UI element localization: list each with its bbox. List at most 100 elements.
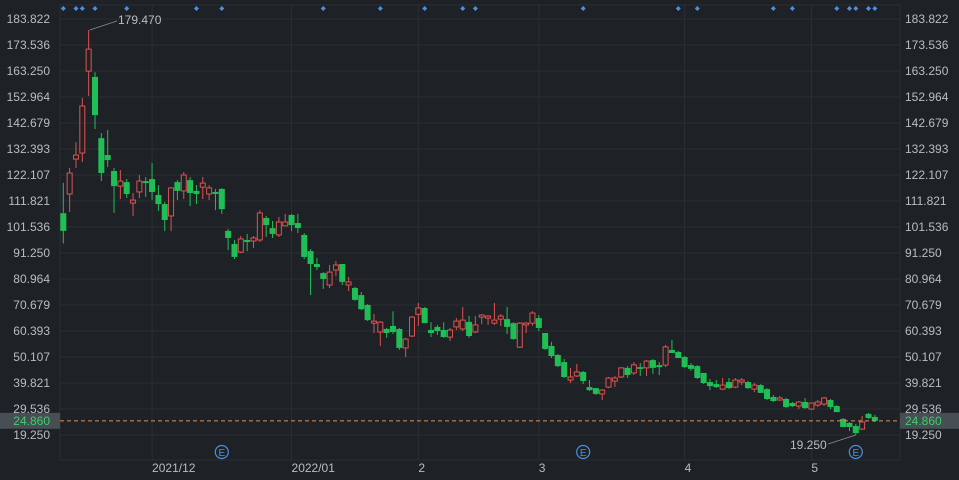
y-tick-label-left: 173.536 xyxy=(7,38,51,52)
y-tick-label-left: 142.679 xyxy=(7,116,51,130)
candle-down xyxy=(700,372,707,385)
y-tick-label-left: 111.821 xyxy=(8,194,50,208)
y-tick-label-right: 111.821 xyxy=(905,194,947,208)
candle-body xyxy=(339,263,346,282)
candle-body xyxy=(149,179,156,192)
y-tick-label-right: 91.250 xyxy=(905,246,942,260)
y-tick-label-right: 142.679 xyxy=(905,116,949,130)
y-tick-label-right: 50.107 xyxy=(905,350,942,364)
candle-down xyxy=(675,350,682,359)
candle-body xyxy=(421,307,428,324)
y-tick-label-left: 80.964 xyxy=(13,272,50,286)
candle-body xyxy=(668,349,675,353)
candle-body xyxy=(364,304,371,321)
x-tick-label: 2021/12 xyxy=(152,461,196,475)
candle-body xyxy=(687,365,694,369)
candle-body xyxy=(789,403,796,407)
candle-body xyxy=(802,402,809,409)
candle-body xyxy=(580,371,587,382)
y-tick-label-right: 60.393 xyxy=(905,324,942,338)
candle-body xyxy=(846,422,853,428)
earnings-event-label: E xyxy=(218,448,225,459)
candle-body xyxy=(649,360,656,368)
candle-body xyxy=(440,329,447,338)
y-tick-label-right: 19.250 xyxy=(905,428,942,442)
y-tick-label-right: 163.250 xyxy=(905,64,949,78)
y-tick-label-left: 39.821 xyxy=(13,376,50,390)
candle-body xyxy=(700,372,707,384)
candle-body xyxy=(624,367,631,375)
candle-body xyxy=(92,76,98,116)
candle-body xyxy=(852,426,859,434)
candle-body xyxy=(123,182,130,194)
candle-body xyxy=(637,367,644,369)
candle-body xyxy=(840,418,847,428)
y-tick-label-left: 101.536 xyxy=(7,220,51,234)
candle-body xyxy=(320,273,327,279)
candle-body xyxy=(383,328,390,334)
candle-body xyxy=(98,138,105,173)
candle-down xyxy=(421,306,428,324)
candle-body xyxy=(294,223,301,229)
candle-down xyxy=(783,397,790,409)
y-tick-label-right: 152.964 xyxy=(905,90,949,104)
candle-body xyxy=(225,230,232,238)
y-tick-label-left: 70.679 xyxy=(13,298,50,312)
candle-body xyxy=(193,190,200,194)
candle-body xyxy=(833,406,840,413)
candle-body xyxy=(770,396,777,402)
candle-down xyxy=(542,333,549,350)
candle-body xyxy=(504,319,511,327)
candle-body xyxy=(434,326,441,331)
x-tick-label: 2022/01 xyxy=(292,461,336,475)
candle-down xyxy=(694,365,701,380)
y-tick-label-left: 163.250 xyxy=(7,64,51,78)
candle-body xyxy=(764,389,771,399)
y-tick-label-right: 29.536 xyxy=(905,402,942,416)
candle-body xyxy=(174,182,181,191)
candle-body xyxy=(561,362,568,377)
candle-body xyxy=(396,328,403,348)
candle-down xyxy=(351,286,358,301)
candle-body xyxy=(681,357,688,368)
x-tick-label: 2 xyxy=(418,461,425,475)
candle-body xyxy=(313,263,320,268)
candle-down xyxy=(554,353,561,368)
candle-body xyxy=(656,365,663,368)
candle-body xyxy=(269,228,276,234)
y-tick-label-left: 50.107 xyxy=(13,350,50,364)
candle-body xyxy=(554,354,561,367)
y-tick-label-left: 19.250 xyxy=(13,428,50,442)
candle-body xyxy=(535,318,542,328)
y-tick-label-right: 173.536 xyxy=(905,38,949,52)
candle-body xyxy=(694,366,701,378)
y-tick-label-right: 80.964 xyxy=(905,272,942,286)
candle-body xyxy=(244,239,251,243)
candle-body xyxy=(548,345,555,357)
y-tick-label-left: 183.822 xyxy=(7,12,51,26)
candle-body xyxy=(706,382,713,387)
candle-body xyxy=(675,351,682,359)
candle-body xyxy=(466,321,473,337)
candle-body xyxy=(542,333,549,349)
y-tick-label-right: 39.821 xyxy=(905,376,942,390)
candle-down xyxy=(510,322,517,340)
candle-body xyxy=(586,387,593,391)
x-tick-label: 5 xyxy=(811,461,818,475)
candle-body xyxy=(871,416,878,421)
candle-body xyxy=(161,204,168,221)
y-tick-label-right: 183.822 xyxy=(905,12,949,26)
y-tick-label-right: 122.107 xyxy=(905,168,949,182)
y-tick-label-left: 91.250 xyxy=(13,246,50,260)
candle-body xyxy=(358,295,365,310)
candle-down xyxy=(764,388,771,400)
candlestick-chart[interactable]: 24.860 24.860179.47019.250E E E 183.822 183.… xyxy=(0,0,959,480)
candle-body xyxy=(783,398,790,408)
candle-body xyxy=(827,399,834,408)
candle-down xyxy=(339,263,346,285)
chart-background xyxy=(0,0,959,480)
candle-body xyxy=(592,388,599,394)
earnings-event-label: E xyxy=(852,448,859,459)
candle-body xyxy=(231,244,238,257)
candle-body xyxy=(301,234,308,257)
